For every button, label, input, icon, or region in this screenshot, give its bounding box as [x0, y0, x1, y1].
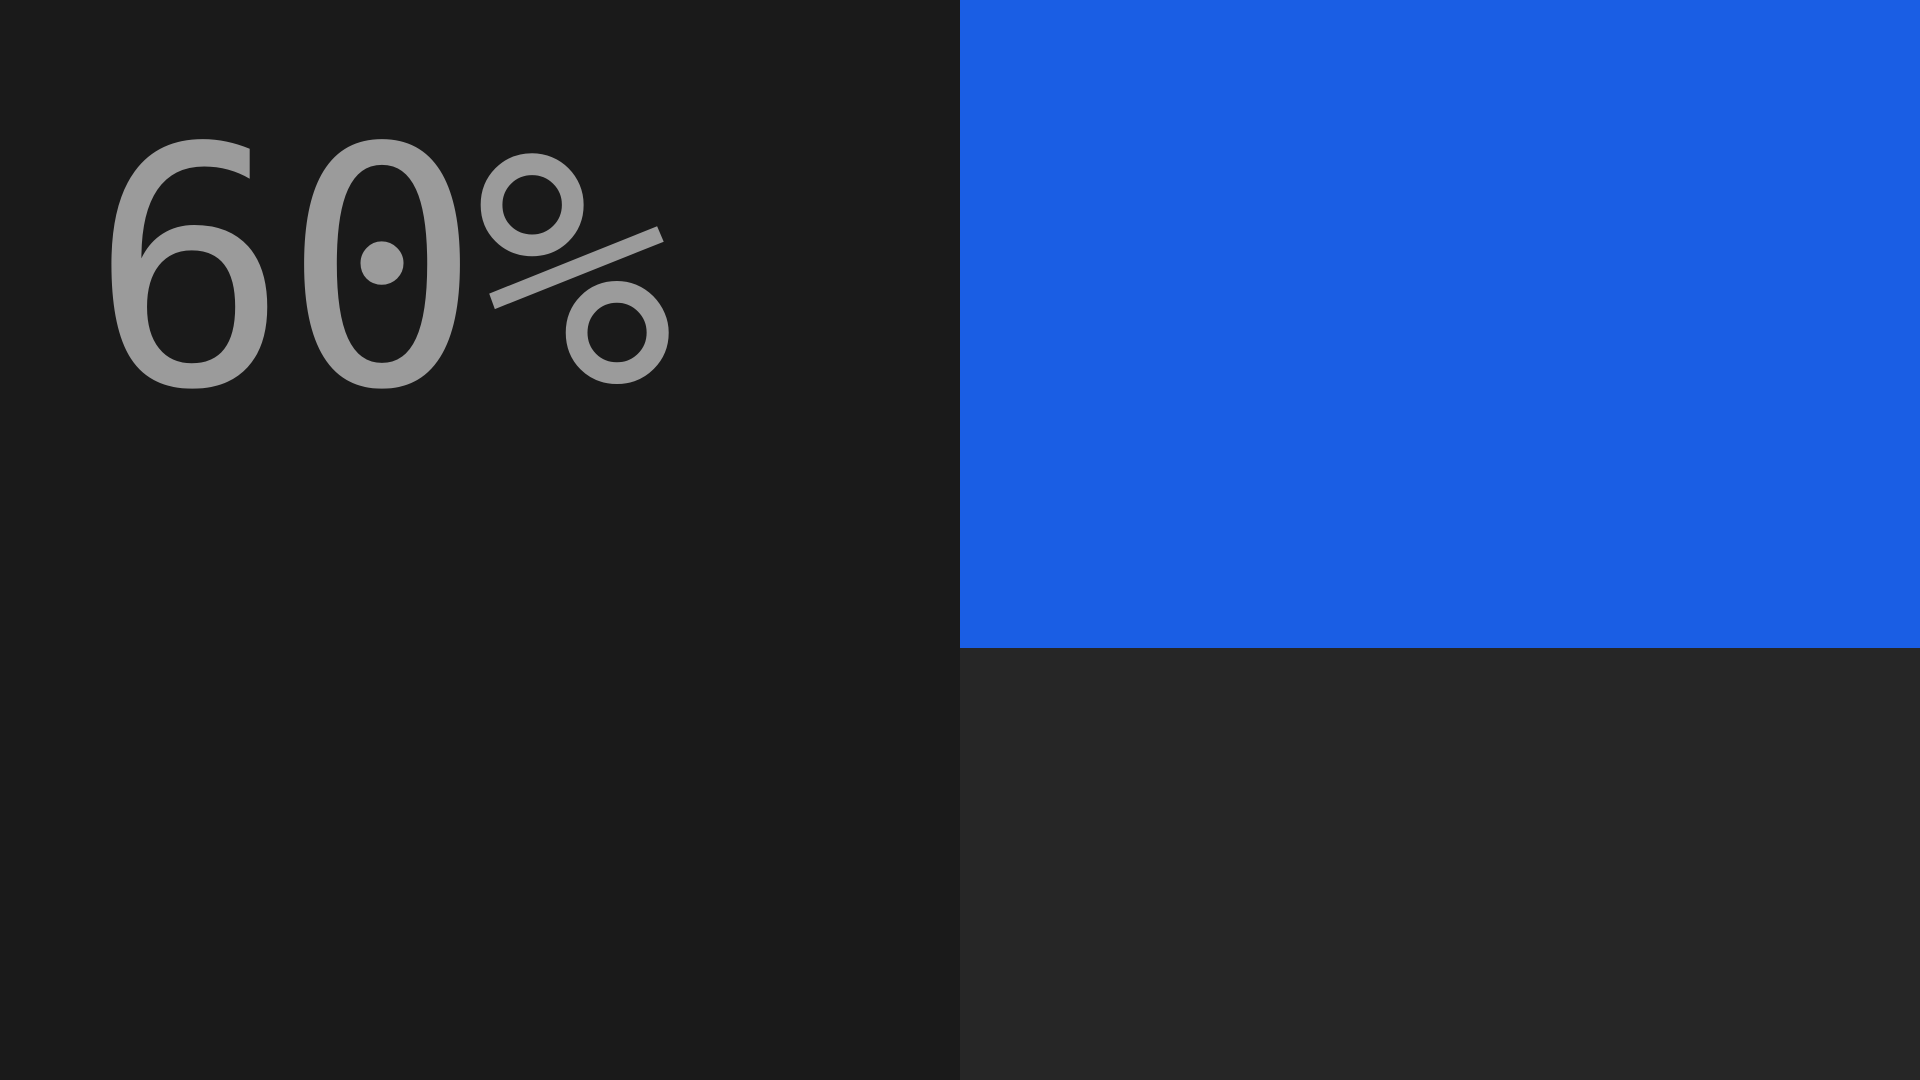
percent-readout: 60% [90, 78, 674, 462]
readout-panel: 60% [0, 0, 960, 1080]
level-meter [960, 0, 1920, 1080]
level-fill [960, 0, 1920, 648]
fill-level-display: 60% [0, 0, 1920, 1080]
